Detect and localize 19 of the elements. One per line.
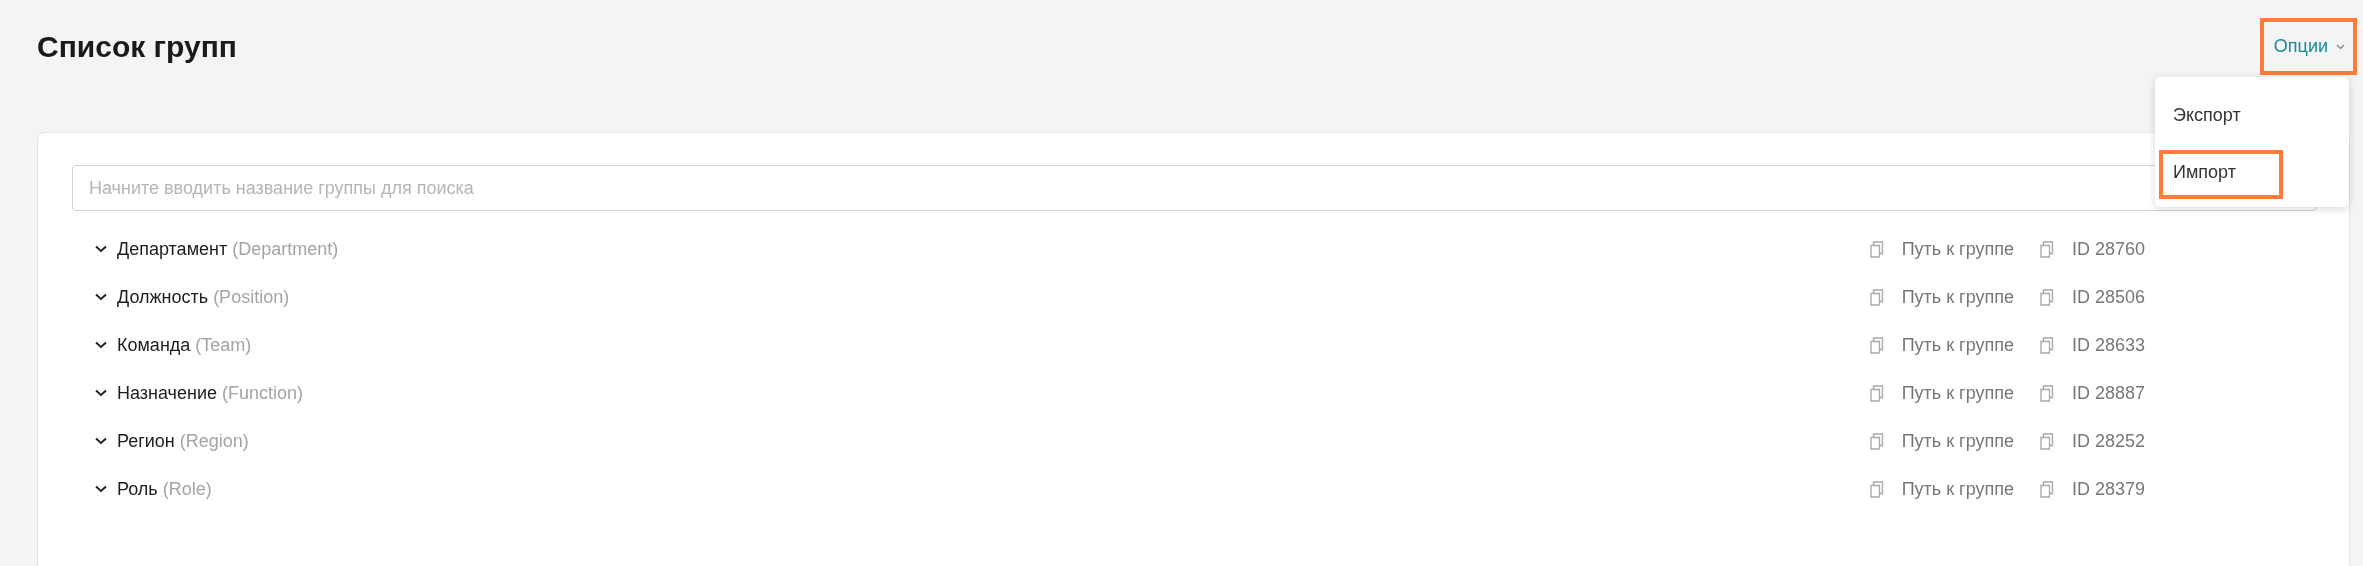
group-id: ID 28379 [2072, 478, 2147, 500]
group-id: ID 28633 [2072, 334, 2147, 356]
group-id: ID 28887 [2072, 382, 2147, 404]
group-name: Регион [117, 430, 175, 452]
group-id: ID 28252 [2072, 430, 2147, 452]
group-code: (Team) [195, 334, 252, 356]
group-id: ID 28760 [2072, 238, 2147, 260]
group-name: Департамент [117, 238, 228, 260]
group-code: (Position) [213, 286, 290, 308]
group-code: (Department) [232, 238, 339, 260]
group-name: Должность [117, 286, 209, 308]
group-name: Команда [117, 334, 191, 356]
page-title: Список групп [37, 29, 237, 64]
group-id: ID 28506 [2072, 286, 2147, 308]
group-code: (Role) [162, 478, 212, 500]
group-name: Роль [117, 478, 158, 500]
group-code: (Function) [222, 382, 304, 404]
group-code: (Region) [179, 430, 249, 452]
group-name: Назначение [117, 382, 217, 404]
